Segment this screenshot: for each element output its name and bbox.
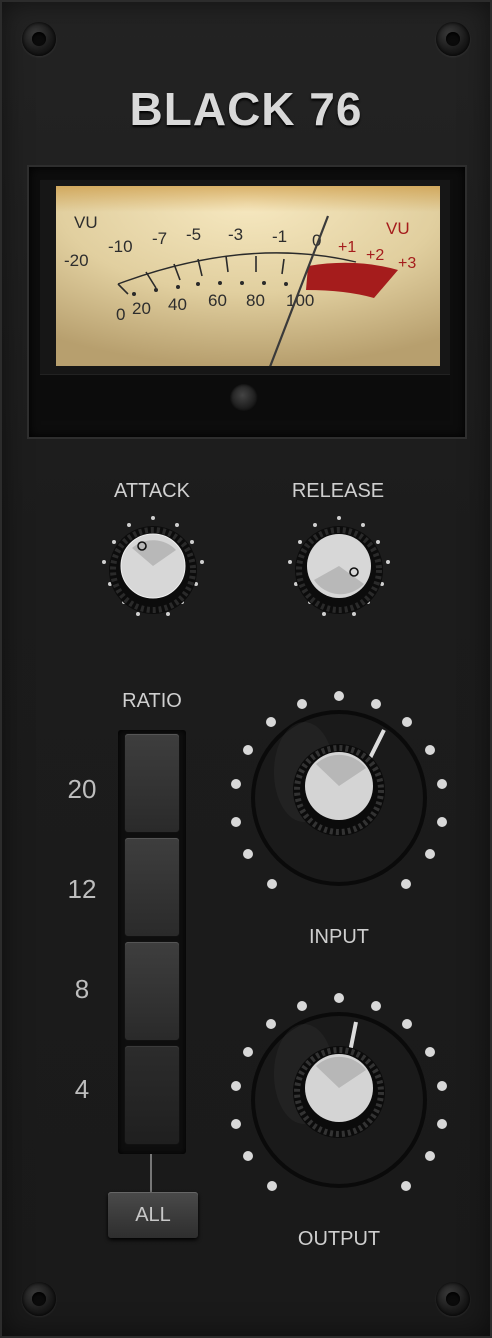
meter-percent-label: 40	[168, 295, 187, 314]
plugin-panel: BLACK 76 VU -20 -10 -7 -5 -3 -1 0 +1 +2 …	[0, 0, 492, 1338]
ratio-button-20[interactable]	[125, 734, 179, 832]
attack-label: ATTACK	[114, 480, 190, 502]
meter-db-label: -10	[108, 237, 133, 256]
release-label: RELEASE	[291, 480, 385, 502]
input-label: INPUT	[309, 926, 369, 948]
meter-db-label: +3	[398, 255, 416, 272]
meter-db-label: -3	[228, 225, 243, 244]
screw-icon	[22, 22, 56, 56]
screw-icon	[436, 22, 470, 56]
meter-db-label: -20	[64, 251, 89, 270]
ratio-button-12[interactable]	[125, 838, 179, 936]
meter-vu-label-left: VU	[74, 213, 98, 232]
ratio-value-label: 20	[67, 774, 97, 804]
meter-percent-label: 100	[286, 291, 314, 310]
input-knob[interactable]	[224, 682, 454, 902]
ratio-label: RATIO	[122, 690, 182, 712]
meter-percent-label: 20	[132, 299, 151, 318]
meter-db-label: -7	[152, 229, 167, 248]
meter-db-label: -1	[272, 227, 287, 246]
meter-db-label: -5	[186, 225, 201, 244]
ratio-value-label: 8	[74, 974, 90, 1004]
ratio-value-label: 4	[74, 1074, 90, 1104]
ratio-value-label: 12	[67, 874, 97, 904]
meter-vu-label-right: VU	[386, 219, 410, 238]
ratio-button-4[interactable]	[125, 1046, 179, 1144]
meter-db-label: +2	[366, 247, 384, 264]
plugin-title: BLACK 76	[129, 83, 363, 135]
meter-percent-label: 0	[116, 305, 125, 324]
ratio-all-button[interactable]: ALL	[108, 1192, 198, 1238]
meter-percent-label: 80	[246, 291, 265, 310]
output-label: OUTPUT	[297, 1228, 381, 1250]
ratio-button-8[interactable]	[125, 942, 179, 1040]
ratio-all-connector	[150, 1154, 152, 1192]
attack-knob[interactable]	[92, 508, 214, 634]
meter-db-label: +1	[338, 239, 356, 256]
release-knob[interactable]	[278, 508, 400, 634]
screw-icon	[22, 1282, 56, 1316]
screw-icon	[436, 1282, 470, 1316]
meter-percent-label: 60	[208, 291, 227, 310]
vu-meter-face: VU -20 -10 -7 -5 -3 -1 0 +1 +2 +3 VU 0 2…	[56, 186, 440, 366]
meter-zero-adjust-icon[interactable]	[230, 384, 258, 412]
output-knob[interactable]	[224, 984, 454, 1204]
